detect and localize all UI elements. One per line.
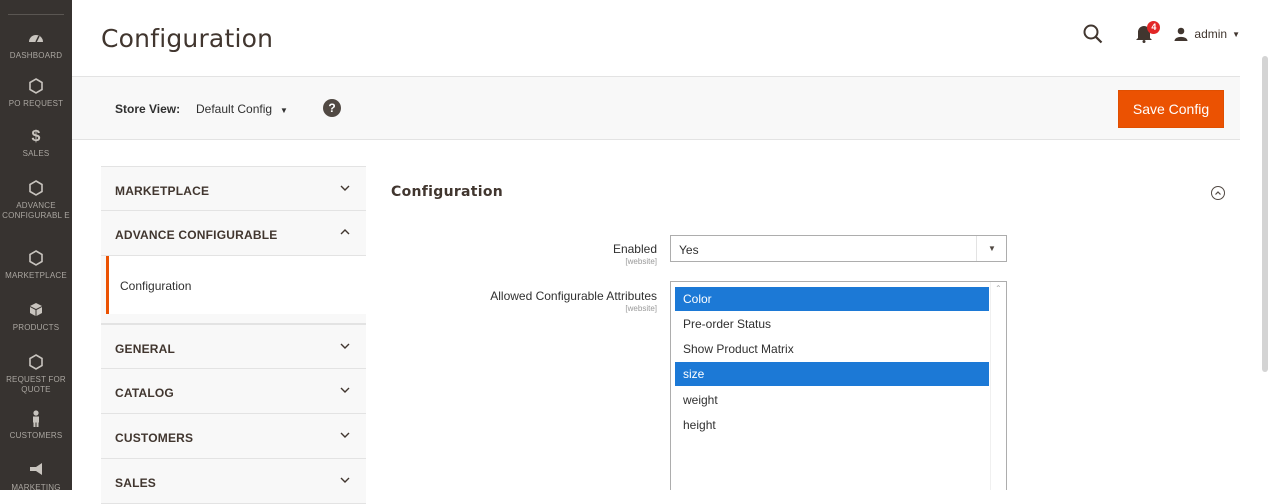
chevron-down-icon [340,477,350,483]
section-title: Configuration [391,184,504,200]
help-icon[interactable]: ? [323,99,341,117]
page-title: Configuration [101,24,274,53]
nav-divider [8,14,64,15]
config-tabs: MARKETPLACE ADVANCE CONFIGURABLE Configu… [101,166,366,504]
nav-item-dashboard[interactable]: DASHBOARD [0,30,72,61]
option-show-product-matrix[interactable]: Show Product Matrix [675,337,989,361]
enabled-scope: [website] [625,257,657,266]
chevron-down-icon [340,387,350,393]
option-height[interactable]: height [675,413,989,437]
option-color[interactable]: Color [675,287,989,311]
tab-marketplace[interactable]: MARKETPLACE [101,166,366,211]
nav-item-advance-configurable[interactable]: ADVANCE CONFIGURABL E [0,180,72,221]
chevron-up-icon [340,229,350,235]
hexagon-icon [0,78,72,96]
chevron-down-icon [340,343,350,349]
tab-item-configuration[interactable]: Configuration [106,256,366,314]
enabled-select-value: Yes [679,243,699,257]
nav-item-customers[interactable]: CUSTOMERS [0,410,72,441]
tab-general[interactable]: GENERAL [101,324,366,369]
save-config-button[interactable]: Save Config [1118,90,1224,128]
tab-sales[interactable]: SALES [101,459,366,504]
hexagon-icon [0,180,72,198]
nav-item-request-for-quote[interactable]: REQUEST FOR QUOTE [0,354,72,395]
option-weight[interactable]: weight [675,388,989,412]
caret-down-icon: ▼ [988,244,996,253]
collapse-section-icon[interactable] [1211,186,1225,200]
enabled-select[interactable]: Yes ▼ [670,235,1007,262]
nav-item-po-request[interactable]: PO REQUEST [0,78,72,109]
nav-item-sales[interactable]: $ SALES [0,128,72,159]
option-size[interactable]: size [675,362,989,386]
attributes-scope: [website] [625,304,657,313]
store-switcher-bar: Store View: Default Config ▼ ? Save Confi… [72,76,1240,140]
user-name: admin [1194,27,1228,41]
notifications-badge: 4 [1147,21,1161,34]
header-actions: 4 admin ▼ [1082,21,1240,46]
select-arrow: ▼ [976,236,1006,261]
megaphone-icon [0,462,72,480]
multiselect-scrollbar[interactable]: ⌃ [990,282,1006,490]
nav-item-marketing[interactable]: MARKETING [0,462,72,493]
tab-customers[interactable]: CUSTOMERS [101,414,366,459]
caret-down-icon: ▼ [1232,29,1240,39]
chevron-down-icon [340,185,350,191]
search-icon[interactable] [1082,23,1104,45]
tab-advance-configurable-items: Configuration [101,256,366,324]
tab-advance-configurable[interactable]: ADVANCE CONFIGURABLE [101,211,366,256]
store-view-dropdown[interactable]: Default Config ▼ [196,102,288,116]
option-pre-order-status[interactable]: Pre-order Status [675,312,989,336]
caret-down-icon: ▼ [280,106,288,115]
nav-item-products[interactable]: PRODUCTS [0,302,72,333]
admin-sidebar: DASHBOARD PO REQUEST $ SALES ADVANCE CON… [0,0,72,493]
enabled-label: Enabled [612,242,657,256]
hexagon-icon [0,250,72,268]
dashboard-gauge-icon [0,30,72,48]
chevron-up-icon: ⌃ [995,284,1002,293]
attributes-multiselect[interactable]: Color Pre-order Status Show Product Matr… [670,281,1007,490]
notifications-button[interactable]: 4 [1134,21,1161,45]
tab-catalog[interactable]: CATALOG [101,369,366,414]
box-icon [0,302,72,320]
page-scrollbar[interactable] [1262,56,1268,372]
user-menu[interactable]: admin ▼ [1174,27,1240,41]
attributes-label: Allowed Configurable Attributes [490,289,657,303]
chevron-down-icon [340,432,350,438]
hexagon-icon [0,354,72,372]
person-icon [0,410,72,428]
dollar-icon: $ [31,128,41,145]
nav-item-marketplace[interactable]: MARKETPLACE [0,250,72,281]
store-view-value: Default Config [196,102,273,116]
store-view-label: Store View: [115,102,181,116]
user-icon [1174,27,1188,41]
